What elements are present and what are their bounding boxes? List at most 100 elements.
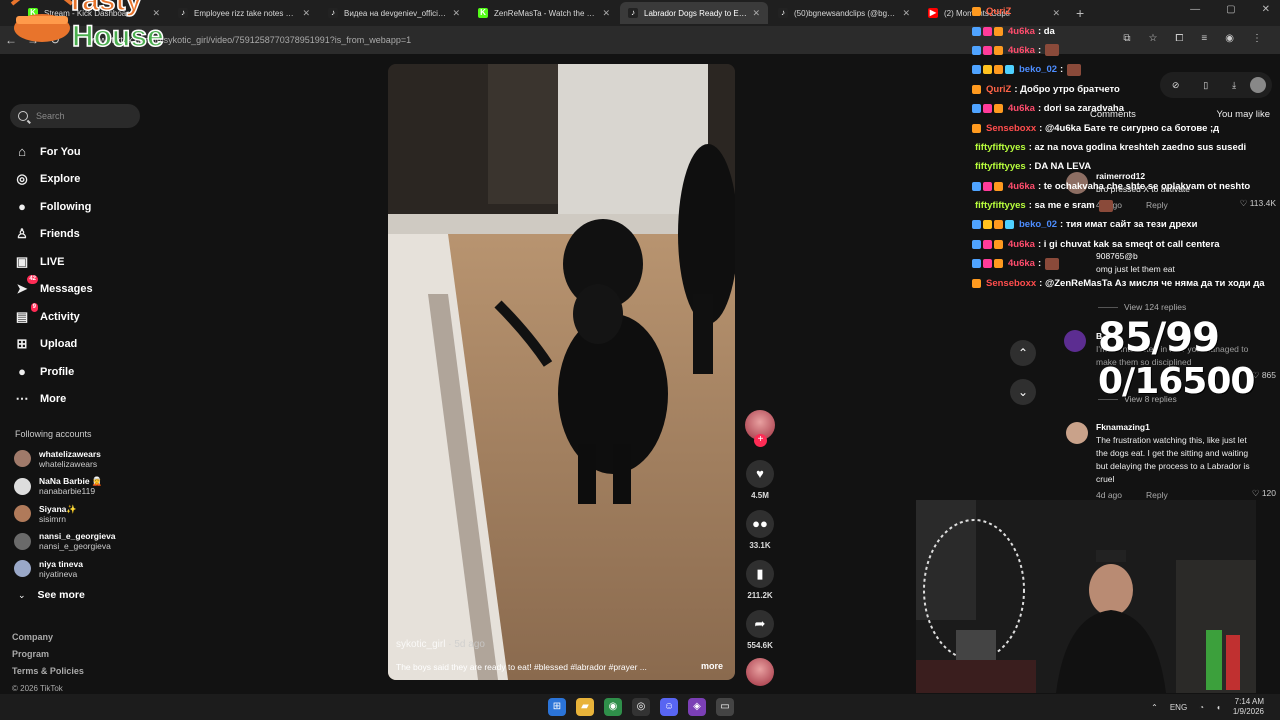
windows-start-icon[interactable]: ⊞ (548, 698, 566, 716)
browser-tab[interactable]: ♪ Employee rizz take notes 📄 #e ✕ (170, 2, 318, 24)
footer-company-link[interactable]: Company (12, 629, 84, 646)
account-text: whatelizawears whatelizawears (39, 449, 101, 469)
chat-username[interactable]: QuriZ (986, 6, 1011, 17)
following-account[interactable]: nansi_e_georgieva nansi_e_georgieva (14, 528, 116, 556)
footer-program-link[interactable]: Program (12, 646, 84, 663)
avatar[interactable] (1066, 422, 1088, 444)
following-account[interactable]: niya tineva niyatineva (14, 555, 116, 583)
file-explorer-icon[interactable]: ▰ (576, 698, 594, 716)
sidebar-item-label: Activity (40, 310, 80, 323)
browser-tab[interactable]: ♪ Видеа на devgeniev_official (@ ✕ (320, 2, 468, 24)
sidebar-item-explore[interactable]: ◎ Explore (14, 166, 93, 194)
comment-item: Fknamazing1 The frustration watching thi… (1096, 421, 1256, 502)
video-caption: The boys said they are ready to eat! #bl… (396, 662, 647, 672)
tab-close-icon[interactable]: ✕ (902, 8, 910, 19)
comment-action[interactable]: ●● 33.1K (743, 510, 777, 550)
tab-close-icon[interactable]: ✕ (302, 8, 310, 19)
comment-icon[interactable]: ●● (746, 510, 774, 538)
tab-close-icon[interactable]: ✕ (602, 8, 610, 19)
tab-favicon-icon: ▶ (928, 8, 938, 18)
avatar[interactable] (1064, 330, 1086, 352)
sidebar-item-upload[interactable]: ⊞ Upload (14, 331, 93, 359)
bookmark-icon[interactable]: ▮ (746, 560, 774, 588)
sidebar-item-following[interactable]: ● Following (14, 193, 93, 221)
heart-icon[interactable]: ♥ (746, 460, 774, 488)
chat-username[interactable]: beko_02 (1019, 219, 1057, 230)
follow-plus-icon[interactable]: + (754, 434, 767, 447)
previous-video-button[interactable]: ⌃ (1010, 340, 1036, 366)
following-account[interactable]: Siyana✨ sisimrn (14, 500, 116, 528)
sidebar-item-friends[interactable]: ♙ Friends (14, 221, 93, 249)
like-action[interactable]: ♥ 4.5M (743, 460, 777, 500)
chat-badge-icon (994, 259, 1003, 269)
view-replies-button[interactable]: View 124 replies (1098, 302, 1186, 312)
following-account[interactable]: whatelizawears whatelizawears (14, 445, 116, 473)
chrome-icon[interactable]: ◉ (604, 698, 622, 716)
search-input[interactable]: Search (10, 104, 140, 128)
creator-avatar[interactable]: + (745, 410, 775, 447)
footer-terms-link[interactable]: Terms & Policies (12, 663, 84, 680)
chat-username[interactable]: Senseboxx (986, 278, 1036, 289)
comment-count: 33.1K (749, 541, 771, 550)
sidebar-item-for-you[interactable]: ⌂ For You (14, 138, 93, 166)
sidebar-item-live[interactable]: ▣ LIVE (14, 248, 93, 276)
chat-username[interactable]: Senseboxx (986, 123, 1036, 134)
chat-username[interactable]: 4u6ka (1008, 103, 1035, 114)
tab-label: Labrador Dogs Ready to Eat: A (644, 8, 749, 18)
caption-more-button[interactable]: more (701, 661, 723, 671)
sound-avatar[interactable] (746, 658, 774, 686)
tab-close-icon[interactable]: ✕ (752, 8, 760, 19)
tray-chevron-up-icon[interactable]: ⌃ (1151, 703, 1158, 712)
chat-badge-icon (972, 239, 981, 249)
video-player[interactable]: sykotic_girl · 5d ago The boys said they… (388, 64, 735, 680)
next-video-button[interactable]: ⌄ (1010, 379, 1036, 405)
sidebar-item-activity[interactable]: ▤ 9 Activity (14, 302, 93, 331)
obs-icon[interactable]: ◎ (632, 698, 650, 716)
chat-username[interactable]: QuriZ (986, 84, 1011, 95)
clock[interactable]: 7:14 AM 1/9/2026 (1233, 697, 1264, 717)
save-count: 211.2K (747, 591, 773, 600)
sidebar-item-messages[interactable]: ➤ 42 Messages (14, 275, 93, 304)
chat-username[interactable]: 4u6ka (1008, 181, 1035, 192)
chat-username[interactable]: fiftyfiftyyes (975, 200, 1026, 211)
sidebar-item-more[interactable]: ⋯ More (14, 386, 93, 414)
share-count: 554.6K (747, 641, 773, 650)
share-icon[interactable]: ➦ (746, 610, 774, 638)
terminal-icon[interactable]: ▭ (716, 698, 734, 716)
chat-badge-icon (972, 278, 981, 288)
svg-text:Tasty: Tasty (66, 0, 142, 17)
browser-tab[interactable]: K ZenReMasTa - Watch the VOD ✕ (470, 2, 618, 24)
browser-tab[interactable]: ♪ Labrador Dogs Ready to Eat: A ✕ (620, 2, 768, 24)
video-author[interactable]: sykotic_girl · 5d ago (396, 639, 485, 650)
tab-close-icon[interactable]: ✕ (452, 8, 460, 19)
chat-username[interactable]: 4u6ka (1008, 45, 1035, 56)
following-account[interactable]: NaNa Barbie 🧝 nanabarbie119 (14, 473, 116, 501)
language-indicator[interactable]: ENG (1170, 703, 1187, 712)
chat-username[interactable]: 4u6ka (1008, 26, 1035, 37)
comment-likes[interactable]: ♡ 865 (1252, 370, 1276, 381)
tab-favicon-icon: ♪ (778, 8, 788, 18)
account-text: Siyana✨ sisimrn (39, 504, 77, 524)
chat-username[interactable]: 4u6ka (1008, 239, 1035, 250)
chat-username[interactable]: fiftyfiftyyes (975, 161, 1026, 172)
see-more-button[interactable]: ⌄ See more (18, 589, 85, 601)
network-icon[interactable]: ◔ (1199, 703, 1204, 712)
browser-tab[interactable]: ♪ (50)bgnewsandclips (@bgnew ✕ (770, 2, 918, 24)
account-username: whatelizawears (39, 458, 98, 469)
chat-username[interactable]: beko_02 (1019, 64, 1057, 75)
chat-message: fiftyfiftyyes: az na nova godina kreshte… (972, 138, 1272, 157)
chat-username[interactable]: fiftyfiftyyes (975, 142, 1026, 153)
share-action[interactable]: ➦ 554.6K (743, 610, 777, 650)
comment-likes[interactable]: ♡ 120 (1252, 488, 1276, 499)
chat-username[interactable]: 4u6ka (1008, 258, 1035, 269)
discord-icon[interactable]: ☺ (660, 698, 678, 716)
following-accounts-title: Following accounts (15, 429, 92, 439)
account-text: niya tineva niyatineva (39, 559, 83, 579)
comment-username[interactable]: Fknamazing1 (1096, 421, 1256, 434)
volume-icon[interactable]: ◖ (1216, 703, 1221, 712)
chat-message: Senseboxx: @4u6ka Бате те сигурно са бот… (972, 118, 1272, 137)
save-action[interactable]: ▮ 211.2K (743, 560, 777, 600)
twitch-icon[interactable]: ◈ (688, 698, 706, 716)
sidebar-item-profile[interactable]: ● Profile (14, 358, 93, 386)
home-icon: ⌂ (18, 143, 26, 159)
